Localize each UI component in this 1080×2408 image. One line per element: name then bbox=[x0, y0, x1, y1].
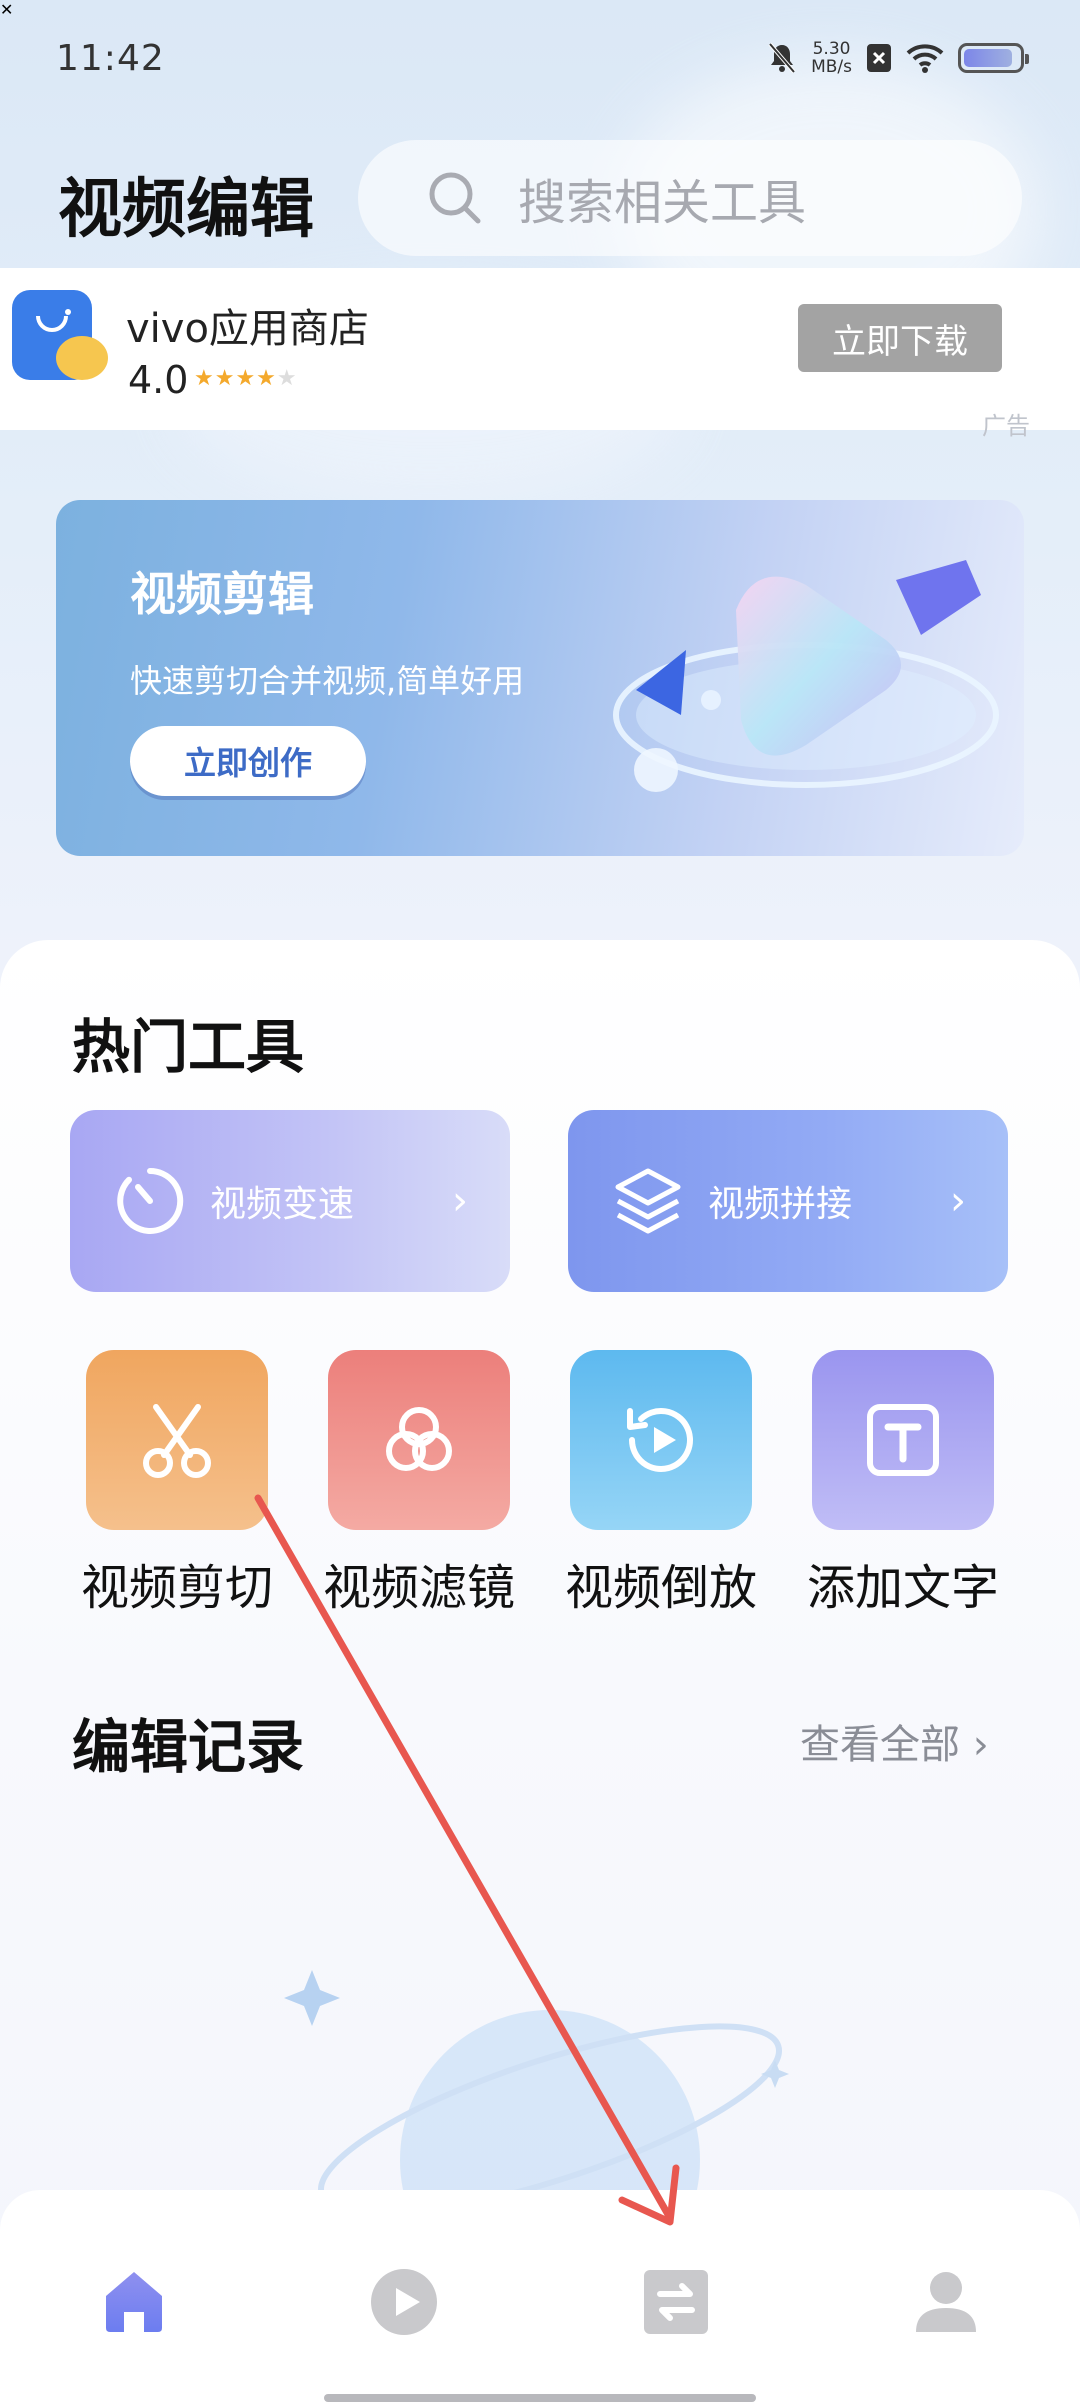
sim-x-icon bbox=[867, 44, 891, 72]
reverse-tool-button[interactable] bbox=[570, 1350, 752, 1530]
app-store-logo bbox=[12, 290, 108, 380]
speed-tool-button[interactable]: 视频变速 › bbox=[70, 1110, 510, 1292]
page-title: 视频编辑 bbox=[58, 173, 314, 247]
ad-rating: 4.0 bbox=[128, 358, 189, 402]
speed-tool-label: 视频变速 bbox=[210, 1184, 355, 1225]
add-text-tool-button[interactable] bbox=[812, 1350, 994, 1530]
layers-icon bbox=[615, 1168, 681, 1234]
play-icon bbox=[371, 2269, 437, 2335]
records-title: 编辑记录 bbox=[72, 1713, 305, 1781]
search-placeholder: 搜索相关工具 bbox=[518, 175, 807, 231]
chevron-right-icon: › bbox=[452, 1178, 468, 1224]
hero-title: 视频剪辑 bbox=[130, 567, 314, 621]
ad-banner[interactable]: vivo应用商店 4.0 ★★★★★ 立即下载 bbox=[0, 268, 1080, 430]
see-all-link[interactable]: 查看全部 › bbox=[800, 1712, 989, 1770]
nav-play[interactable] bbox=[368, 2266, 440, 2338]
nav-profile[interactable] bbox=[910, 2266, 982, 2338]
filter-tool-label: 视频滤镜 bbox=[322, 1560, 515, 1616]
bottom-nav bbox=[0, 2190, 1080, 2408]
download-button[interactable]: 立即下载 bbox=[798, 304, 1002, 372]
status-icons: 5.30 MB/s bbox=[767, 40, 1029, 76]
battery-icon bbox=[958, 43, 1029, 73]
nav-transfer[interactable] bbox=[640, 2266, 712, 2338]
ad-label: 广告 bbox=[982, 412, 1030, 440]
rating-stars-icon: ★★★★★ bbox=[194, 366, 298, 391]
create-now-button[interactable]: 立即创作 bbox=[130, 726, 366, 796]
cut-tool-button[interactable] bbox=[86, 1350, 268, 1530]
network-speed: 5.30 MB/s bbox=[811, 40, 852, 76]
profile-icon bbox=[916, 2272, 976, 2332]
reverse-tool-label: 视频倒放 bbox=[564, 1560, 757, 1616]
chevron-right-icon: › bbox=[972, 1722, 989, 1768]
see-all-label: 查看全部 bbox=[800, 1722, 960, 1768]
net-speed-unit: MB/s bbox=[811, 57, 852, 77]
hero-banner[interactable]: 视频剪辑 快速剪切合并视频,简单好用 立即创作 bbox=[56, 500, 1024, 856]
ad-app-name: vivo应用商店 bbox=[126, 306, 369, 352]
home-icon bbox=[106, 2272, 162, 2332]
gesture-home-bar[interactable] bbox=[324, 2394, 756, 2402]
search-icon bbox=[429, 172, 481, 224]
status-time: 11:42 bbox=[56, 38, 165, 79]
nav-home[interactable] bbox=[98, 2266, 170, 2338]
reverse-play-icon bbox=[627, 1408, 693, 1472]
scissors-icon bbox=[143, 1404, 211, 1478]
filter-tool-button[interactable] bbox=[328, 1350, 510, 1530]
filter-circles-icon bbox=[386, 1407, 452, 1471]
merge-tool-label: 视频拼接 bbox=[708, 1184, 853, 1225]
merge-tool-button[interactable]: 视频拼接 › bbox=[568, 1110, 1008, 1292]
speed-gauge-icon bbox=[117, 1167, 184, 1234]
status-bar: 11:42 5.30 MB/s bbox=[0, 0, 1080, 120]
hot-tools-title: 热门工具 bbox=[72, 1013, 305, 1081]
transfer-icon bbox=[644, 2270, 708, 2334]
cut-tool-label: 视频剪切 bbox=[80, 1560, 273, 1616]
video-editor-page: 11:42 5.30 MB/s 视频编辑 搜索相关工具 vivo应用商店 4.0… bbox=[0, 0, 1080, 2408]
hero-play-illustration bbox=[613, 560, 999, 792]
empty-state-illustration bbox=[284, 1970, 789, 2220]
mute-bell-icon bbox=[768, 42, 796, 74]
hero-subtitle: 快速剪切合并视频,简单好用 bbox=[130, 662, 525, 700]
net-speed-value: 5.30 bbox=[812, 39, 851, 59]
wifi-icon bbox=[906, 44, 944, 73]
add-text-tool-label: 添加文字 bbox=[806, 1560, 999, 1616]
text-box-icon bbox=[867, 1404, 939, 1476]
search-input[interactable]: 搜索相关工具 bbox=[358, 140, 1022, 256]
chevron-right-icon: › bbox=[950, 1178, 966, 1224]
